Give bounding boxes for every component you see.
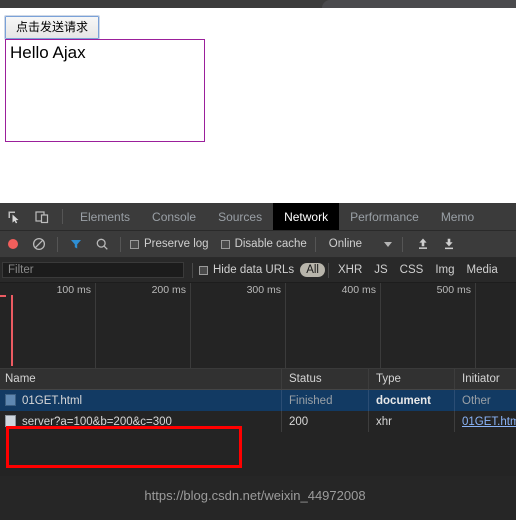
clear-icon[interactable]	[26, 237, 52, 251]
request-initiator-link[interactable]: 01GET.htm	[454, 416, 516, 428]
timeline-divider	[95, 283, 96, 368]
timeline-tick-label: 300 ms	[246, 284, 281, 296]
column-header-initiator[interactable]: Initiator	[454, 373, 516, 385]
tab-performance[interactable]: Performance	[339, 203, 430, 230]
response-result-box: Hello Ajax	[5, 39, 205, 142]
xhr-icon	[5, 415, 16, 427]
column-header-status[interactable]: Status	[281, 373, 368, 385]
devtools-tab-list: Elements Console Sources Network Perform…	[69, 203, 485, 230]
request-name-text: server?a=100&b=200&c=300	[22, 416, 172, 428]
browser-tab-shape[interactable]	[322, 0, 516, 8]
timeline-load-event-line	[11, 295, 13, 366]
column-divider	[281, 369, 282, 389]
hide-data-urls-label: Hide data URLs	[213, 264, 295, 276]
column-divider	[368, 390, 369, 411]
tab-sources[interactable]: Sources	[207, 203, 273, 230]
chevron-down-icon	[384, 241, 393, 247]
network-throttle-select[interactable]: Online	[328, 238, 393, 250]
tab-console[interactable]: Console	[141, 203, 207, 230]
request-name-cell: server?a=100&b=200&c=300	[0, 415, 281, 428]
filterbar-divider-1	[192, 262, 193, 278]
devtools-panel: Elements Console Sources Network Perform…	[0, 203, 516, 520]
request-initiator-cell: Other	[462, 394, 491, 407]
device-toolbar-icon[interactable]	[28, 203, 56, 230]
preserve-log-checkbox[interactable]: Preserve log	[130, 231, 209, 257]
request-name-cell: 01GET.html	[0, 394, 281, 407]
request-status-cell: Finished	[289, 394, 333, 407]
tab-memory[interactable]: Memo	[430, 203, 485, 230]
disable-cache-checkbox-box	[220, 239, 230, 249]
response-text: Hello Ajax	[10, 43, 86, 62]
column-divider	[281, 411, 282, 432]
disable-cache-label: Disable cache	[234, 238, 307, 250]
browser-chrome-strip	[0, 0, 516, 8]
document-icon	[5, 394, 16, 406]
timeline-tick-label: 500 ms	[436, 284, 471, 296]
import-har-icon[interactable]	[410, 236, 436, 252]
filter-chip-img[interactable]: Img	[429, 263, 460, 277]
request-name-text: 01GET.html	[22, 395, 83, 407]
column-divider	[454, 390, 455, 411]
watermark-text: https://blog.csdn.net/weixin_44972008	[144, 488, 366, 503]
filterbar-divider-2	[327, 262, 329, 278]
column-divider	[454, 369, 455, 389]
network-filter-bar: Hide data URLs All XHR JS CSS Img Media	[0, 258, 516, 283]
timeline-tick-label: 400 ms	[341, 284, 376, 296]
record-icon[interactable]	[0, 236, 26, 252]
devtools-tabbar: Elements Console Sources Network Perform…	[0, 203, 516, 231]
timeline-tick-label: 200 ms	[151, 284, 186, 296]
filter-chip-js[interactable]: JS	[368, 263, 393, 277]
filter-funnel-icon[interactable]	[63, 237, 89, 251]
send-request-button[interactable]: 点击发送请求	[3, 15, 101, 40]
filter-chip-xhr[interactable]: XHR	[332, 263, 368, 277]
network-control-bar: Preserve log Disable cache Online	[0, 231, 516, 258]
timeline-tick-label: 100 ms	[56, 284, 91, 296]
page-viewport: 点击发送请求 Hello Ajax	[0, 8, 516, 203]
preserve-log-label: Preserve log	[144, 238, 209, 250]
table-row[interactable]: 01GET.html Finished document Other	[0, 390, 516, 411]
tab-elements[interactable]: Elements	[69, 203, 141, 230]
request-type-cell: document	[376, 394, 431, 407]
filter-chip-all[interactable]: All	[300, 263, 325, 277]
preserve-log-checkbox-box	[130, 239, 139, 249]
request-type-cell: xhr	[376, 415, 392, 428]
column-divider	[454, 411, 455, 432]
controlbar-divider-3	[314, 236, 316, 252]
filter-chip-media[interactable]: Media	[461, 263, 504, 277]
table-row[interactable]: server?a=100&b=200&c=300 200 xhr 01GET.h…	[0, 411, 516, 432]
tabbar-divider	[62, 209, 63, 224]
network-overview-timeline[interactable]: 100 ms 200 ms 300 ms 400 ms 500 ms	[0, 283, 516, 369]
timeline-divider	[190, 283, 191, 368]
timeline-divider	[285, 283, 286, 368]
network-throttle-value: Online	[328, 238, 363, 250]
export-har-icon[interactable]	[436, 236, 462, 252]
controlbar-divider-4	[402, 236, 404, 252]
column-divider	[368, 411, 369, 432]
timeline-divider	[475, 283, 476, 368]
hide-data-urls-checkbox-box	[199, 265, 208, 275]
filter-input[interactable]	[2, 262, 184, 278]
timeline-divider	[380, 283, 381, 368]
disable-cache-checkbox[interactable]: Disable cache	[220, 231, 307, 257]
column-divider	[281, 390, 282, 411]
table-empty-area	[0, 432, 516, 475]
timeline-event-marker	[0, 295, 6, 297]
table-header-row: Name Status Type Initiator	[0, 369, 516, 390]
hide-data-urls-checkbox[interactable]: Hide data URLs	[199, 258, 294, 282]
column-header-name[interactable]: Name	[0, 373, 281, 385]
column-divider	[368, 369, 369, 389]
request-status-cell: 200	[289, 415, 309, 428]
controlbar-divider-1	[57, 236, 58, 252]
column-header-type[interactable]: Type	[368, 373, 454, 385]
search-icon[interactable]	[89, 237, 115, 251]
inspect-element-icon[interactable]	[0, 203, 28, 230]
controlbar-divider-2	[120, 236, 121, 252]
filter-chip-css[interactable]: CSS	[394, 263, 430, 277]
network-requests-table: Name Status Type Initiator 01GET.html Fi…	[0, 369, 516, 475]
tab-network[interactable]: Network	[273, 203, 340, 230]
